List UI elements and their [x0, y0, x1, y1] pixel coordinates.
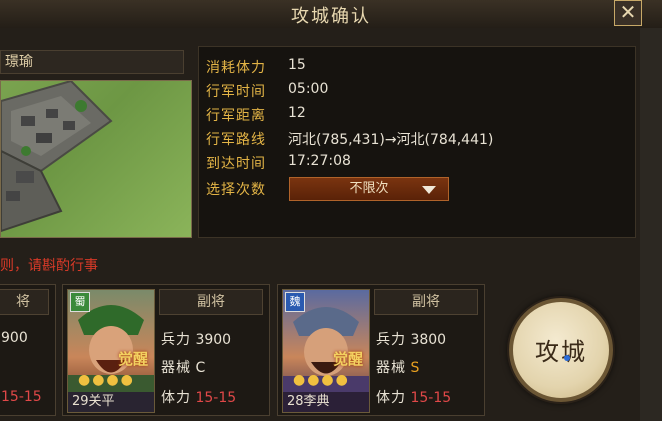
troops-label: 兵力 [376, 332, 406, 348]
info-row-march-time: 行军时间 05:00 [206, 81, 328, 101]
star-rating: ●●●● [78, 372, 135, 388]
awaken-badge: 觉醒 [332, 350, 363, 368]
count-select[interactable]: 不限次 [289, 177, 449, 201]
stamina-label: 体力 [376, 390, 406, 406]
equip-stat: 器械 C [161, 357, 205, 377]
attack-city-button[interactable]: 攻城 [509, 298, 613, 402]
stamina-stat: 体力 15-15 [376, 387, 451, 407]
role-label: 副将 [374, 289, 478, 315]
info-value: 05:00 [288, 81, 329, 97]
info-label: 行军路线 [206, 132, 266, 148]
target-name: 璟瑜 [0, 50, 184, 74]
stamina-value: 15-15 [195, 390, 237, 406]
equip-stat: 器械 S [376, 357, 419, 377]
faction-badge: 魏 [285, 292, 305, 312]
dialog-title: 攻城确认 [291, 6, 371, 27]
info-row-arrival-time: 到达时间 17:27:08 [206, 153, 351, 173]
target-name-text: 璟瑜 [5, 54, 33, 70]
stamina-value: 15-15 [1, 389, 42, 405]
close-button[interactable]: ✕ [614, 0, 642, 26]
equip-value: C [195, 360, 206, 376]
background-strip [640, 28, 662, 421]
star-rating: ●●●● [293, 372, 350, 388]
cursor-dot [564, 355, 570, 361]
info-value: 河北(785,431)→河北(784,441) [288, 132, 494, 148]
info-label: 行军时间 [206, 84, 266, 100]
city-illustration [1, 81, 113, 233]
info-label: 选择次数 [206, 182, 266, 198]
warning-text: 则，请斟酌行事 [0, 258, 98, 274]
awaken-badge: 觉醒 [117, 350, 148, 368]
stamina-value: 15-15 [410, 390, 452, 406]
info-label: 消耗体力 [206, 60, 266, 76]
general-card-guanping[interactable]: 蜀 觉醒 ●●●● 29关平 副将 兵力 3900 器械 C 体力 15-15 [62, 284, 270, 416]
info-label: 到达时间 [206, 156, 266, 172]
role-label: 副将 [159, 289, 263, 315]
stamina-stat: 体力 15-15 [161, 387, 236, 407]
chevron-down-icon [422, 186, 436, 194]
role-label: 将 [0, 289, 49, 315]
info-value: 17:27:08 [288, 153, 351, 169]
general-name: 28李典 [283, 392, 369, 412]
info-row-distance: 行军距离 12 [206, 105, 306, 125]
general-name: 29关平 [68, 392, 154, 412]
general-portrait: 蜀 觉醒 ●●●● 29关平 [67, 289, 155, 413]
info-value: 15 [288, 57, 306, 73]
info-row-stamina: 消耗体力 15 [206, 57, 306, 77]
troops-label: 兵力 [161, 332, 191, 348]
equip-value: S [410, 360, 420, 376]
troops-value: 3900 [195, 332, 232, 348]
equip-label: 器械 [376, 360, 406, 376]
info-value: 12 [288, 105, 306, 121]
info-row-count: 选择次数 [206, 179, 266, 199]
city-map-image [0, 80, 192, 238]
troops-stat: 兵力 3800 [376, 329, 446, 349]
general-card-lidian[interactable]: 魏 觉醒 ●●●● 28李典 副将 兵力 3800 器械 S 体力 15-15 [277, 284, 485, 416]
general-portrait: 魏 觉醒 ●●●● 28李典 [282, 289, 370, 413]
general-card-partial[interactable]: 将 900 15-15 [0, 284, 56, 416]
info-row-route: 行军路线 河北(785,431)→河北(784,441) [206, 129, 493, 149]
faction-badge: 蜀 [70, 292, 90, 312]
attack-city-label: 攻城 [535, 338, 587, 366]
troops-value: 3800 [410, 332, 447, 348]
count-select-value: 不限次 [349, 181, 389, 196]
stamina-label: 体力 [161, 390, 191, 406]
troops-value: 900 [1, 330, 28, 346]
troops-stat: 兵力 3900 [161, 329, 231, 349]
info-label: 行军距离 [206, 108, 266, 124]
equip-label: 器械 [161, 360, 191, 376]
